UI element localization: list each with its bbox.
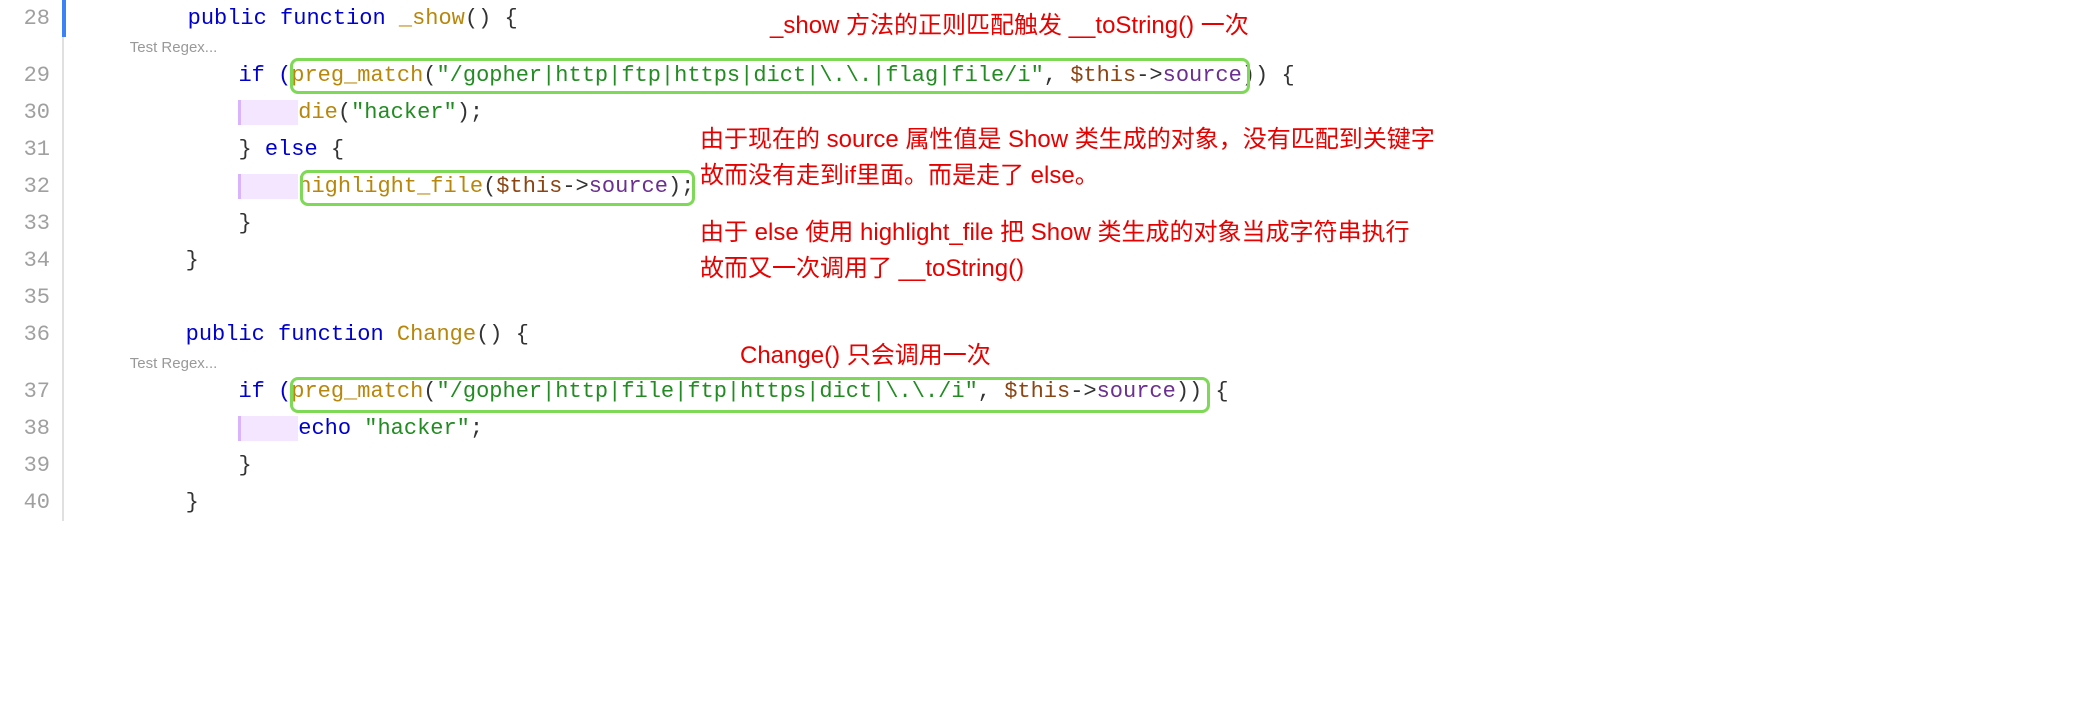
code-content[interactable]: highlight_file($this->source); [64,174,694,199]
code-content[interactable]: } [64,248,199,273]
code-content[interactable]: } [64,453,252,478]
annotation-text: Change() 只会调用一次 [740,338,991,374]
annotation-text: _show 方法的正则匹配触发 __toString() 一次 [770,8,1249,44]
code-content[interactable]: if (preg_match("/gopher|http|file|ftp|ht… [64,379,1229,404]
line-number: 38 [0,416,62,441]
code-line[interactable]: 37 if (preg_match("/gopher|http|file|ftp… [0,373,2098,410]
code-content[interactable]: die("hacker"); [64,100,483,125]
line-number: 35 [0,285,62,310]
code-line[interactable]: 29 if (preg_match("/gopher|http|ftp|http… [0,57,2098,94]
line-number: 32 [0,174,62,199]
line-number: 36 [0,322,62,347]
code-line[interactable]: 39 } [0,447,2098,484]
gutter-marker [62,279,64,316]
codelens-hint[interactable]: . Test Regex... [0,353,2098,373]
line-number: 28 [0,6,62,31]
code-content[interactable]: echo "hacker"; [64,416,483,441]
annotation-text: 由于 else 使用 highlight_file 把 Show 类生成的对象当… [700,215,1410,287]
line-number: 34 [0,248,62,273]
code-line[interactable]: 36 public function Change() { [0,316,2098,353]
code-line[interactable]: 38 echo "hacker"; [0,410,2098,447]
code-content[interactable]: } [64,211,252,236]
line-number: 29 [0,63,62,88]
code-line[interactable]: 40 } [0,484,2098,521]
code-content[interactable]: } [64,490,199,515]
line-number: 40 [0,490,62,515]
line-number: 33 [0,211,62,236]
line-number: 31 [0,137,62,162]
line-number: 37 [0,379,62,404]
annotation-text: 由于现在的 source 属性值是 Show 类生成的对象，没有匹配到关键字 故… [700,122,1435,194]
code-content[interactable]: public function Change() { [64,322,529,347]
line-number: 39 [0,453,62,478]
code-content[interactable]: if (preg_match("/gopher|http|ftp|https|d… [64,63,1295,88]
code-content[interactable]: public function _show() { [66,6,518,31]
line-number: 30 [0,100,62,125]
code-content[interactable]: } else { [64,137,344,162]
